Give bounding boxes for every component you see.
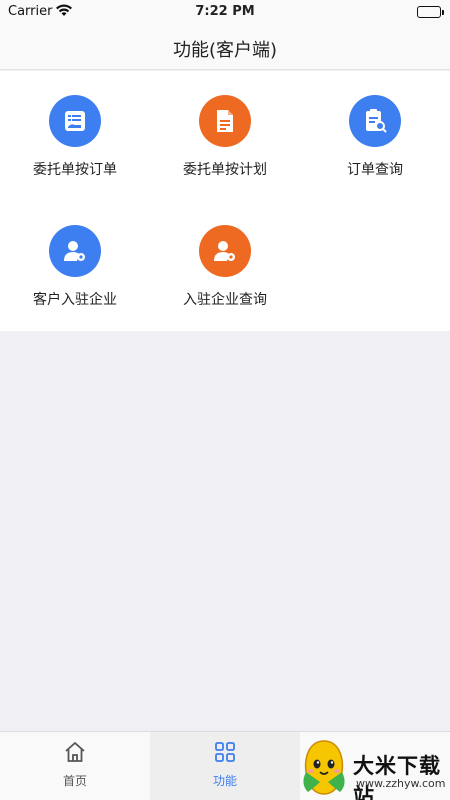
function-enterprise-query[interactable]: 入驻企业查询 — [150, 201, 300, 331]
home-icon — [65, 742, 85, 762]
user-settings-icon — [199, 225, 251, 277]
function-grid: 委托单按订单 委托单按计划 订单查询 客户入驻企业 入驻企业查询 — [0, 71, 450, 331]
empty-content-area — [0, 331, 450, 731]
status-bar: Carrier 7:22 PM — [0, 0, 450, 24]
tab-functions[interactable]: 功能 — [150, 732, 300, 800]
function-label: 委托单按订单 — [33, 162, 117, 178]
user-settings-icon — [49, 225, 101, 277]
tab-functions-label: 功能 — [212, 774, 237, 788]
function-order-delegation[interactable]: 委托单按订单 — [0, 71, 150, 201]
watermark-name: 大米下载站 — [353, 754, 441, 800]
grid-icon — [215, 742, 235, 762]
function-label: 客户入驻企业 — [33, 292, 117, 308]
navigation-bar: 功能(客户端) — [0, 24, 450, 70]
corn-mascot-logo — [303, 740, 345, 795]
watermark: 大米下载站 www.zzhyw.com — [298, 736, 450, 800]
watermark-url: www.zzhyw.com — [356, 777, 446, 790]
page-title: 功能(客户端) — [172, 40, 278, 61]
tab-home-label: 首页 — [62, 774, 87, 788]
function-customer-enterprise-join[interactable]: 客户入驻企业 — [0, 201, 150, 331]
order-delegation-icon — [49, 95, 101, 147]
battery-icon — [417, 6, 444, 18]
function-label: 委托单按计划 — [183, 162, 267, 178]
function-plan-delegation[interactable]: 委托单按计划 — [150, 71, 300, 201]
function-order-query[interactable]: 订单查询 — [300, 71, 450, 201]
function-label: 入驻企业查询 — [183, 292, 267, 308]
document-search-icon — [349, 95, 401, 147]
function-label: 订单查询 — [347, 162, 403, 178]
clock: 7:22 PM — [195, 4, 255, 19]
plan-document-icon — [199, 95, 251, 147]
tab-home[interactable]: 首页 — [0, 732, 150, 800]
